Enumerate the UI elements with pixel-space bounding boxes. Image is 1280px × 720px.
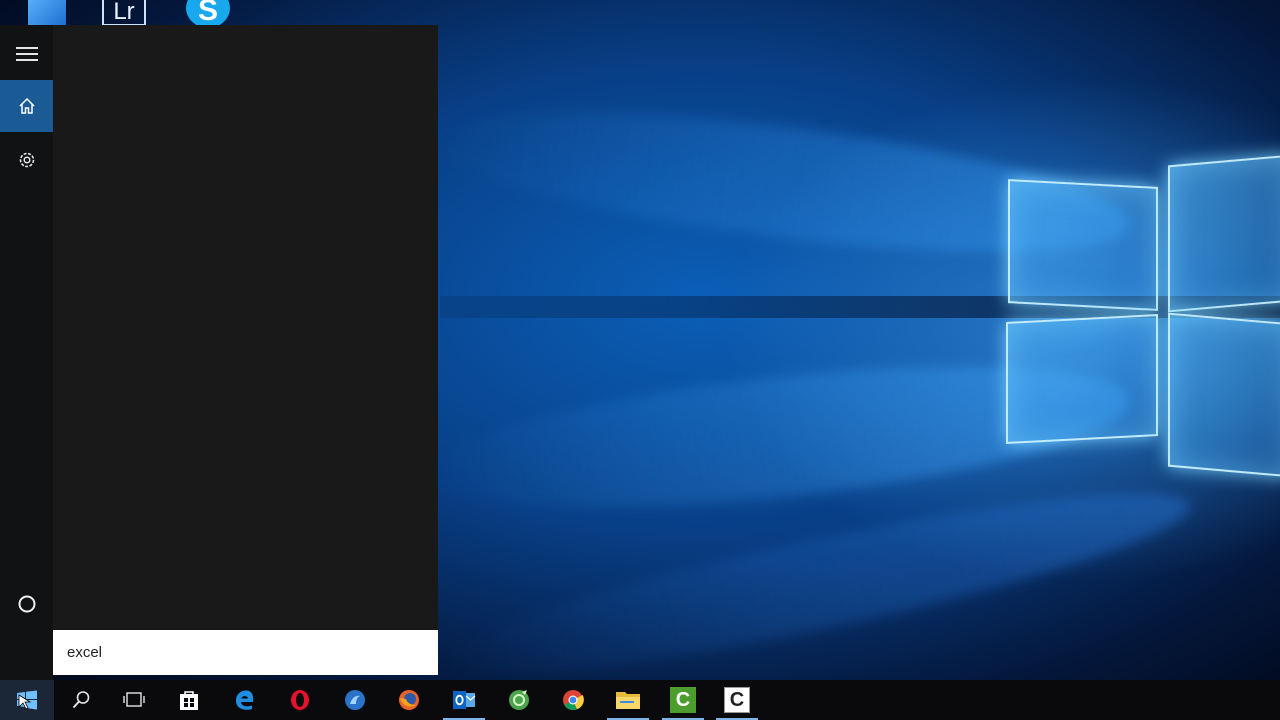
start-menu-rail bbox=[0, 25, 53, 680]
camtasia-green-icon: C bbox=[670, 687, 696, 713]
store-icon bbox=[180, 691, 198, 710]
camtasia-recorder-taskbar-button[interactable]: C bbox=[710, 680, 764, 720]
skype-desktop-icon[interactable]: S bbox=[186, 0, 230, 28]
window-logo-pane bbox=[1008, 179, 1158, 311]
task-view-button[interactable] bbox=[107, 680, 161, 720]
desktop-app-icon bbox=[28, 0, 66, 26]
home-icon bbox=[18, 97, 35, 114]
file-explorer-taskbar-button[interactable] bbox=[601, 680, 655, 720]
settings-gear-icon bbox=[19, 152, 34, 168]
search-taskbar-button[interactable] bbox=[54, 680, 108, 720]
taskbar: C C bbox=[0, 680, 1280, 720]
settings-button[interactable] bbox=[0, 134, 53, 186]
outlook-taskbar-button[interactable] bbox=[437, 680, 491, 720]
skype-icon: S bbox=[186, 0, 230, 28]
start-windows-icon bbox=[17, 690, 37, 710]
search-input[interactable] bbox=[67, 644, 367, 661]
chrome-icon bbox=[563, 690, 584, 711]
search-box[interactable] bbox=[53, 630, 438, 675]
desktop-app-icon-blue[interactable] bbox=[28, 0, 68, 28]
evernote-taskbar-button[interactable] bbox=[492, 680, 546, 720]
cortana-button[interactable] bbox=[0, 578, 53, 630]
firefox-icon bbox=[399, 690, 419, 710]
edge-taskbar-button[interactable] bbox=[218, 680, 272, 720]
expand-menu-button[interactable] bbox=[0, 28, 53, 80]
camtasia-taskbar-button[interactable]: C bbox=[656, 680, 710, 720]
outlook-icon bbox=[453, 691, 476, 709]
waterfox-icon bbox=[345, 690, 365, 710]
chrome-taskbar-button[interactable] bbox=[546, 680, 600, 720]
lightroom-desktop-icon[interactable]: Lr bbox=[102, 0, 146, 28]
opera-icon bbox=[291, 690, 309, 710]
home-button[interactable] bbox=[0, 80, 53, 132]
firefox-taskbar-button[interactable] bbox=[382, 680, 436, 720]
opera-taskbar-button[interactable] bbox=[273, 680, 327, 720]
start-button[interactable] bbox=[0, 680, 54, 720]
evernote-green-icon bbox=[509, 690, 529, 710]
waterfox-taskbar-button[interactable] bbox=[328, 680, 382, 720]
hamburger-menu-icon bbox=[15, 47, 38, 61]
task-view-icon bbox=[123, 692, 145, 707]
window-logo-pane bbox=[1168, 312, 1280, 478]
window-logo-pane bbox=[1168, 154, 1280, 313]
file-explorer-icon bbox=[616, 692, 640, 709]
cortana-circle-icon bbox=[18, 595, 35, 613]
camtasia-recorder-icon: C bbox=[724, 687, 750, 713]
store-taskbar-button[interactable] bbox=[162, 680, 216, 720]
edge-icon bbox=[236, 690, 254, 710]
lightroom-icon: Lr bbox=[102, 0, 146, 26]
window-logo-pane bbox=[1006, 314, 1158, 444]
search-results-panel bbox=[53, 25, 438, 630]
search-magnifier-icon bbox=[72, 691, 90, 709]
